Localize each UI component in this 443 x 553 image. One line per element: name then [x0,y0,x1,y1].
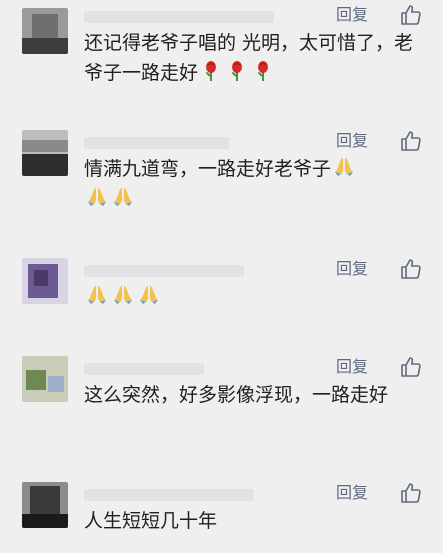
comment-text: 还记得老爷子唱的 光明，太可惜了，老爷子一路走好 [84,32,414,84]
thumbs-up-icon[interactable] [399,355,423,379]
thumbs-up-icon[interactable] [399,257,423,281]
comment-text [84,282,424,312]
praying-hands-emoji [111,185,135,209]
avatar[interactable] [22,356,68,402]
comment-text: 情满九道弯，一路走好老爷子 [84,154,424,184]
username [84,363,204,375]
reply-button[interactable]: 回复 [336,483,368,503]
thumbs-up-icon[interactable] [399,129,423,153]
comment-text: 这么突然，好多影像浮现，一路走好 [84,384,389,406]
username [84,11,274,23]
username [84,265,244,277]
rose-emoji [225,59,249,83]
rose-emoji [199,59,223,83]
username [84,137,229,149]
avatar[interactable] [22,258,68,304]
avatar[interactable] [22,130,68,176]
emoji-line [84,184,424,214]
praying-hands-emoji [111,283,135,307]
praying-hands-emoji [85,283,109,307]
praying-hands-emoji [137,283,161,307]
reply-button[interactable]: 回复 [336,259,368,279]
reply-button[interactable]: 回复 [336,131,368,151]
avatar[interactable] [22,482,68,528]
reply-button[interactable]: 回复 [336,357,368,377]
praying-hands-emoji [332,155,356,179]
username [84,489,254,501]
reply-button[interactable]: 回复 [336,5,368,25]
praying-hands-emoji [85,185,109,209]
rose-emoji [251,59,275,83]
thumbs-up-icon[interactable] [399,3,423,27]
comment-list: 回复 还记得老爷子唱的 光明，太可惜了，老爷子一路走好 回复 情满九道弯，一路走… [0,0,443,553]
thumbs-up-icon[interactable] [399,481,423,505]
avatar[interactable] [22,8,68,54]
comment-text: 人生短短几十年 [84,510,218,532]
